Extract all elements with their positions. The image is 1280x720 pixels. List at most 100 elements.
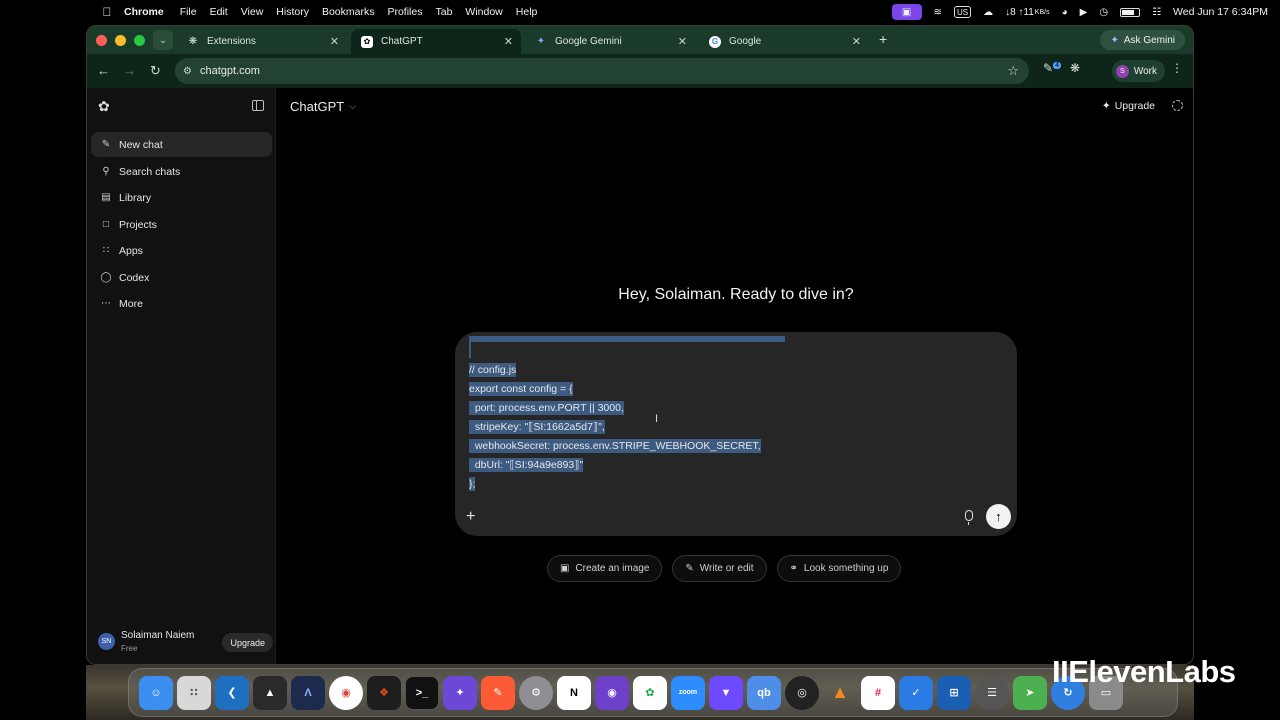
- sidebar-item-apps[interactable]: ∷ Apps: [91, 238, 272, 263]
- reload-icon[interactable]: ↻: [150, 63, 161, 79]
- network-speed-value: ↓8 ↑11: [1005, 6, 1034, 18]
- chip-write-or-edit[interactable]: ✎ Write or edit: [672, 555, 767, 582]
- tab-search-button[interactable]: ⌄: [153, 30, 173, 50]
- menu-edit[interactable]: Edit: [210, 6, 228, 18]
- zoom-icon[interactable]: zoom: [671, 675, 705, 710]
- close-tab-icon[interactable]: ✕: [330, 35, 339, 48]
- sidebar-toggle-icon[interactable]: [252, 100, 264, 111]
- kebab-menu-icon[interactable]: ⋮: [1171, 61, 1183, 75]
- proton-icon[interactable]: ▼: [709, 675, 743, 710]
- ask-gemini-button[interactable]: ✦ Ask Gemini: [1100, 30, 1185, 50]
- profile-button[interactable]: S Work: [1111, 60, 1165, 82]
- obs-icon[interactable]: ◎: [785, 675, 819, 710]
- macos-dock: ☺ ∷ ❮ ▲ Λ ◉ ❖ >_ ✦ ✎ ⚙ N ◉ ✿ zoom ▼ qb ◎…: [128, 668, 1178, 717]
- upgrade-plan-button[interactable]: ✦ Upgrade: [1102, 100, 1155, 112]
- site-settings-icon[interactable]: ⚙: [183, 66, 192, 77]
- cloud-icon[interactable]: ☁: [983, 4, 993, 20]
- address-bar[interactable]: ⚙ chatgpt.com ☆: [175, 58, 1029, 84]
- menu-help[interactable]: Help: [516, 6, 538, 18]
- menu-file[interactable]: File: [180, 6, 197, 18]
- qbittorrent-icon[interactable]: qb: [747, 675, 781, 710]
- temporary-chat-icon[interactable]: [1172, 100, 1183, 111]
- control-center-icon[interactable]: ☷: [1152, 4, 1161, 20]
- affinity-icon[interactable]: ✦: [443, 675, 477, 710]
- tab-google-gemini[interactable]: ✦ Google Gemini ✕: [525, 29, 695, 54]
- minimize-window-button[interactable]: [115, 35, 126, 46]
- extension-icon[interactable]: ✎ 4: [1043, 61, 1061, 75]
- sidebar-item-search-chats[interactable]: ⚲ Search chats: [91, 159, 272, 184]
- clock-icon[interactable]: ◷: [1099, 4, 1108, 20]
- chip-create-image[interactable]: ▣ Create an image: [547, 555, 663, 582]
- user-profile[interactable]: SN Solaiman Naiem Free Upgrade: [95, 628, 273, 656]
- terminal-icon[interactable]: >_: [405, 675, 439, 710]
- mongodb-icon[interactable]: ✿: [633, 675, 667, 710]
- close-tab-icon[interactable]: ✕: [678, 35, 687, 48]
- battery-icon[interactable]: [1120, 4, 1141, 20]
- openai-logo-icon[interactable]: ✿: [98, 99, 112, 113]
- figma-icon[interactable]: ❖: [367, 675, 401, 710]
- send-button[interactable]: ↑: [986, 504, 1011, 529]
- add-attachment-button[interactable]: +: [466, 508, 475, 526]
- close-tab-icon[interactable]: ✕: [852, 35, 861, 48]
- vlc-icon[interactable]: ▲: [823, 676, 857, 710]
- mixer-app-icon[interactable]: ☰: [975, 675, 1009, 710]
- puzzle-extensions-icon[interactable]: ❋: [1070, 61, 1080, 75]
- datetime[interactable]: Wed Jun 17 6:34PM: [1173, 4, 1268, 20]
- tab-title: Google: [729, 36, 762, 47]
- tab-chatgpt[interactable]: ✿ ChatGPT ✕: [351, 29, 521, 54]
- back-arrow-icon[interactable]: ←: [97, 63, 110, 78]
- wifi-icon[interactable]: ◕: [1062, 4, 1068, 20]
- gemini-icon: ✦: [536, 36, 546, 47]
- close-window-button[interactable]: [96, 35, 107, 46]
- avatar[interactable]: SN: [98, 633, 115, 650]
- github-icon[interactable]: ◉: [595, 675, 629, 710]
- sidebar-item-label: New chat: [119, 138, 163, 151]
- input-source-indicator[interactable]: US: [953, 6, 972, 18]
- bookmark-star-icon[interactable]: ☆: [1007, 63, 1019, 79]
- sidebar-item-library[interactable]: ▤ Library: [91, 185, 272, 210]
- sidebar-item-projects[interactable]: □ Projects: [91, 212, 272, 237]
- url-text[interactable]: chatgpt.com: [200, 65, 260, 77]
- audio-wave-icon[interactable]: ≋: [934, 4, 942, 20]
- notion-icon[interactable]: N: [557, 675, 591, 710]
- library-icon: ▤: [101, 192, 111, 203]
- sidebar-item-new-chat[interactable]: ✎ New chat: [91, 132, 272, 157]
- close-tab-icon[interactable]: ✕: [504, 35, 513, 48]
- model-selector[interactable]: ChatGPT ⌵: [290, 99, 356, 114]
- tab-extensions[interactable]: ❋ Extensions ✕: [177, 29, 347, 54]
- screen-record-icon[interactable]: ▣: [891, 4, 922, 20]
- new-tab-button[interactable]: +: [879, 31, 887, 47]
- menu-window[interactable]: Window: [465, 6, 502, 18]
- menu-history[interactable]: History: [276, 6, 309, 18]
- launchpad-icon[interactable]: ∷: [177, 675, 211, 710]
- prompt-input[interactable]: // config.js export const config = { por…: [469, 336, 1009, 496]
- sidebar-item-codex[interactable]: ◯ Codex: [91, 265, 272, 290]
- vscode-icon[interactable]: ❮: [215, 675, 249, 710]
- arc-app-icon[interactable]: Λ: [291, 675, 325, 710]
- cube-app-icon[interactable]: ▲: [253, 675, 287, 710]
- tasks-icon[interactable]: ✓: [899, 675, 933, 710]
- maps-icon[interactable]: ➤: [1013, 675, 1047, 710]
- system-settings-icon[interactable]: ⚙: [519, 675, 553, 710]
- windows-app-icon[interactable]: ⊞: [937, 675, 971, 710]
- forward-arrow-icon[interactable]: →: [123, 63, 136, 78]
- menu-chrome[interactable]: Chrome: [124, 6, 164, 18]
- menu-profiles[interactable]: Profiles: [387, 6, 422, 18]
- chip-look-something-up[interactable]: ⚭ Look something up: [776, 555, 902, 582]
- upgrade-button[interactable]: Upgrade: [222, 633, 273, 652]
- slack-icon[interactable]: #: [861, 675, 895, 710]
- apple-logo-icon[interactable]: : [100, 5, 114, 19]
- sidebar-item-more[interactable]: ⋯ More: [91, 291, 272, 316]
- brush-app-icon[interactable]: ✎: [481, 675, 515, 710]
- menu-bookmarks[interactable]: Bookmarks: [322, 6, 375, 18]
- finder-icon[interactable]: ☺: [139, 675, 173, 710]
- prompt-composer[interactable]: // config.js export const config = { por…: [455, 332, 1017, 536]
- code-line: dbUrl: "⟦SI:94a9e893⟧": [469, 456, 1009, 475]
- chrome-icon[interactable]: ◉: [329, 675, 363, 710]
- menu-view[interactable]: View: [241, 6, 264, 18]
- menu-tab[interactable]: Tab: [435, 6, 452, 18]
- zoom-window-button[interactable]: [134, 35, 145, 46]
- play-icon[interactable]: ▶: [1080, 4, 1088, 20]
- microphone-icon[interactable]: [965, 510, 973, 525]
- tab-google[interactable]: G Google ✕: [699, 29, 869, 54]
